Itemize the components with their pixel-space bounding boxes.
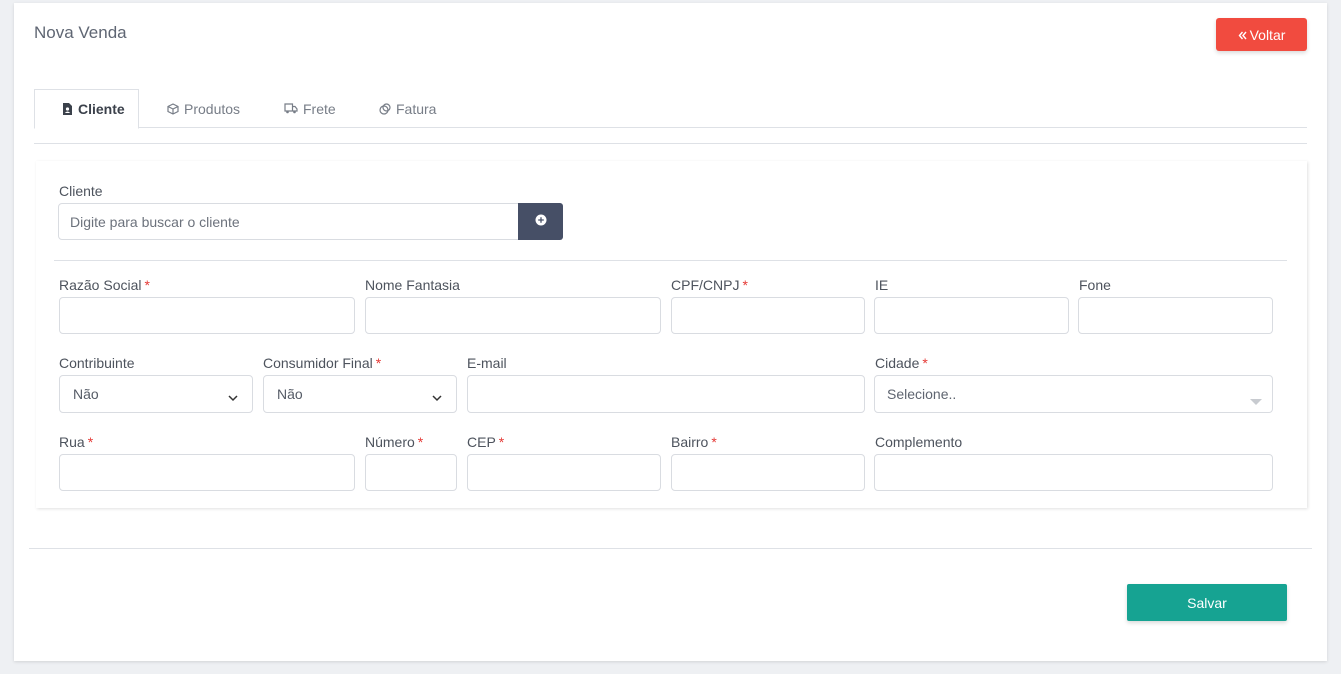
cpf-cnpj-label: CPF/CNPJ * [671,277,748,293]
add-client-button[interactable] [518,203,563,240]
consumidor-final-label: Consumidor Final * [263,355,382,371]
divider [54,260,1287,261]
chevron-down-icon [228,389,238,405]
cep-label: CEP * [467,434,505,450]
ie-input[interactable] [874,297,1069,334]
box-icon [167,102,179,115]
bairro-label: Bairro * [671,434,717,450]
contribuinte-label: Contribuinte [59,355,135,371]
required-mark: * [417,434,424,450]
required-mark: * [922,355,928,371]
nome-fantasia-label: Nome Fantasia [365,277,460,293]
rua-label: Rua * [59,434,94,450]
fone-input[interactable] [1078,297,1273,334]
cidade-select[interactable]: Selecione.. [874,375,1273,413]
complemento-input[interactable] [874,454,1273,491]
cpf-cnpj-input[interactable] [671,297,865,334]
required-mark: * [87,434,94,450]
consumidor-final-select[interactable]: Não [263,375,457,413]
back-button[interactable]: Voltar [1216,18,1307,51]
divider [34,143,1307,144]
tab-bar: Cliente Produtos Frete Fatura [34,89,1307,129]
tab-produtos[interactable]: Produtos [167,89,240,128]
cidade-label: Cidade * [875,355,928,371]
cidade-value: Selecione.. [887,386,957,402]
razao-social-label: Razão Social * [59,277,150,293]
required-mark: * [144,277,150,293]
consumidor-final-value: Não [277,386,303,402]
caret-down-icon [1250,392,1262,408]
tab-label: Fatura [396,100,437,117]
tab-label: Frete [303,100,336,117]
client-search-label: Cliente [59,183,103,199]
client-form-panel: Cliente Razão Social* Nome Fantasia CPF/… [36,161,1307,508]
tab-label: Cliente [78,101,125,117]
save-button[interactable]: Salvar [1127,584,1287,621]
fone-label: Fone [1079,277,1111,293]
main-card: Nova Venda Voltar Cliente Produtos Frete [14,3,1327,661]
cep-input[interactable] [467,454,661,491]
email-label: E-mail [467,355,507,371]
tab-fatura[interactable]: Fatura [379,89,436,128]
file-user-icon [62,103,73,115]
ie-label: IE [875,277,889,293]
back-button-label: Voltar [1249,26,1286,43]
divider [29,548,1312,549]
bairro-input[interactable] [671,454,865,491]
plus-circle-icon [535,214,547,229]
rua-input[interactable] [59,454,355,491]
tab-label: Produtos [184,100,241,117]
tab-cliente[interactable]: Cliente [34,89,139,129]
numero-label: Número * [365,434,424,450]
nome-fantasia-input[interactable] [365,297,661,334]
contribuinte-value: Não [73,386,99,402]
email-input[interactable] [467,375,865,413]
razao-social-input[interactable] [59,297,355,334]
page-title: Nova Venda [34,23,127,42]
chevron-down-icon [432,389,442,405]
required-mark: * [711,434,717,450]
double-chevron-left-icon [1238,27,1247,43]
contribuinte-select[interactable]: Não [59,375,253,413]
truck-icon [284,103,298,114]
numero-input[interactable] [365,454,457,491]
required-mark: * [375,355,382,371]
required-mark: * [742,277,748,293]
required-mark: * [498,434,505,450]
coins-icon [379,102,391,115]
tab-frete[interactable]: Frete [284,89,336,128]
client-search-input[interactable] [58,203,519,240]
complemento-label: Complemento [875,434,963,450]
